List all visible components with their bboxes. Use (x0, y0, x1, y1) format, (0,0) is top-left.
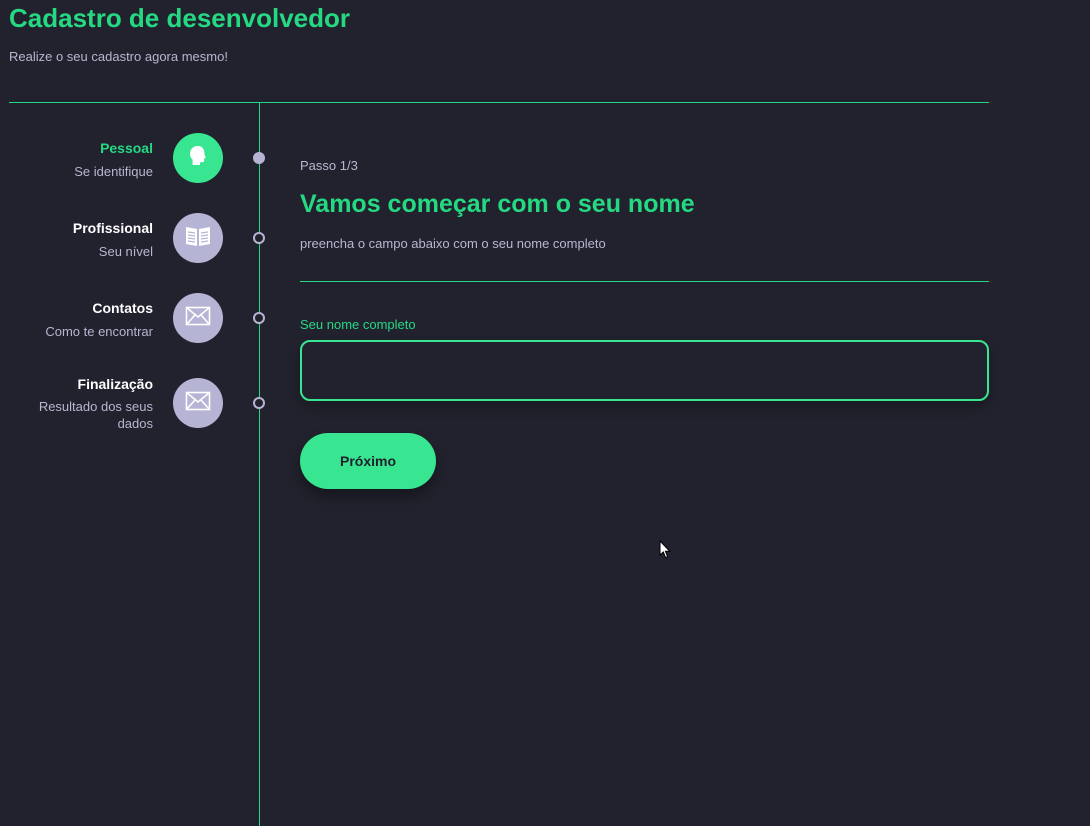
head-icon (185, 143, 211, 174)
step-title: Pessoal (100, 140, 153, 156)
page-subtitle: Realize o seu cadastro agora mesmo! (9, 49, 228, 64)
form-description: preencha o campo abaixo com o seu nome c… (300, 236, 606, 251)
next-button[interactable]: Próximo (300, 433, 436, 489)
book-icon (184, 224, 212, 253)
step-title: Finalização (77, 376, 153, 392)
step-description: Se identifique (74, 164, 153, 179)
mail-icon (185, 306, 211, 331)
step-indicator: Passo 1/3 (300, 158, 358, 173)
step-text: Contatos Como te encontrar (3, 299, 153, 340)
step-dot (253, 312, 265, 324)
step-text: Profissional Seu nível (3, 219, 153, 260)
step-icon-circle (173, 133, 223, 183)
header-divider (9, 102, 989, 103)
step-profissional[interactable]: Profissional Seu nível (0, 213, 270, 263)
step-pessoal[interactable]: Pessoal Se identifique (0, 133, 270, 183)
step-title: Profissional (72, 220, 153, 236)
step-icon-circle (173, 378, 223, 428)
page: Cadastro de desenvolvedor Realize o seu … (0, 0, 1090, 826)
name-input[interactable] (300, 340, 989, 401)
form-divider (300, 281, 989, 282)
step-contatos[interactable]: Contatos Como te encontrar (0, 293, 270, 343)
page-title: Cadastro de desenvolvedor (9, 3, 350, 33)
step-icon-circle (173, 293, 223, 343)
step-finalizacao[interactable]: Finalização Resultado dos seus dados (0, 375, 270, 438)
step-dot (253, 232, 265, 244)
mouse-cursor-icon (659, 539, 671, 564)
step-text: Pessoal Se identifique (3, 139, 153, 180)
step-dot (253, 397, 265, 409)
step-dot (253, 152, 265, 164)
mail-icon (185, 391, 211, 416)
form-heading: Vamos começar com o seu nome (300, 190, 695, 218)
step-description: Como te encontrar (45, 324, 153, 339)
step-description: Seu nível (98, 244, 153, 259)
step-title: Contatos (92, 300, 153, 316)
step-icon-circle (173, 213, 223, 263)
name-field-label: Seu nome completo (300, 317, 416, 332)
step-description: Resultado dos seus dados (38, 399, 153, 431)
step-text: Finalização Resultado dos seus dados (3, 375, 153, 432)
sidebar-divider (259, 103, 260, 826)
